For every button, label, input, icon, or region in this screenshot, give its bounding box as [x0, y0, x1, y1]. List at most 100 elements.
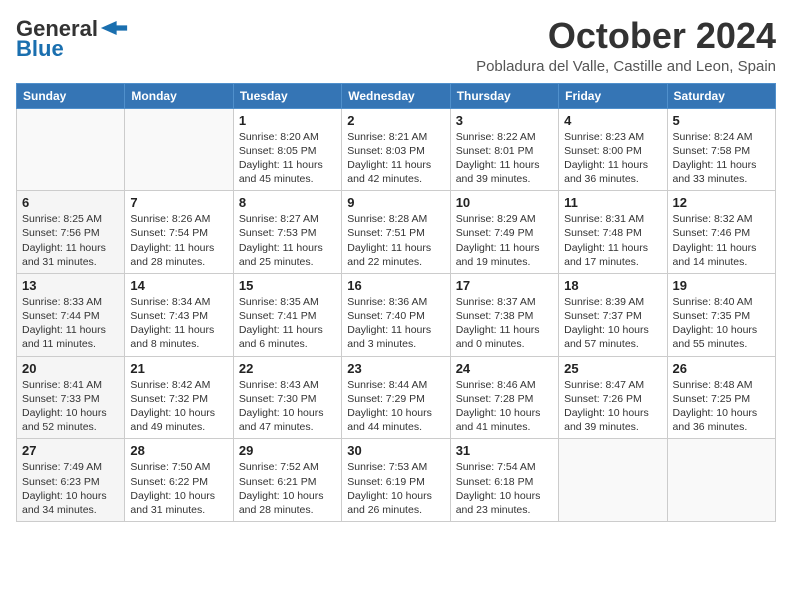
logo: General Blue — [16, 16, 128, 62]
calendar-header-row: SundayMondayTuesdayWednesdayThursdayFrid… — [17, 83, 776, 108]
day-info: Sunrise: 8:31 AMSunset: 7:48 PMDaylight:… — [564, 212, 661, 269]
day-number: 27 — [22, 443, 119, 458]
day-number: 3 — [456, 113, 553, 128]
day-number: 2 — [347, 113, 444, 128]
calendar-cell — [667, 439, 775, 522]
calendar-cell: 21 Sunrise: 8:42 AMSunset: 7:32 PMDayligh… — [125, 356, 233, 439]
day-number: 4 — [564, 113, 661, 128]
calendar-cell: 26 Sunrise: 8:48 AMSunset: 7:25 PMDayligh… — [667, 356, 775, 439]
day-number: 7 — [130, 195, 227, 210]
day-number: 9 — [347, 195, 444, 210]
calendar-cell: 23 Sunrise: 8:44 AMSunset: 7:29 PMDayligh… — [342, 356, 450, 439]
day-info: Sunrise: 8:34 AMSunset: 7:43 PMDaylight:… — [130, 295, 227, 352]
day-info: Sunrise: 8:28 AMSunset: 7:51 PMDaylight:… — [347, 212, 444, 269]
day-number: 16 — [347, 278, 444, 293]
calendar-cell: 9 Sunrise: 8:28 AMSunset: 7:51 PMDaylight… — [342, 191, 450, 274]
day-info: Sunrise: 8:32 AMSunset: 7:46 PMDaylight:… — [673, 212, 770, 269]
calendar-cell: 29 Sunrise: 7:52 AMSunset: 6:21 PMDayligh… — [233, 439, 341, 522]
day-number: 1 — [239, 113, 336, 128]
calendar-cell: 15Sunrise: 8:35 AMSunset: 7:41 PMDayligh… — [233, 273, 341, 356]
day-number: 11 — [564, 195, 661, 210]
day-number: 30 — [347, 443, 444, 458]
day-info: Sunrise: 7:54 AMSunset: 6:18 PMDaylight:… — [456, 460, 553, 517]
calendar-cell: 18 Sunrise: 8:39 AMSunset: 7:37 PMDayligh… — [559, 273, 667, 356]
day-number: 26 — [673, 361, 770, 376]
calendar-cell: 10 Sunrise: 8:29 AMSunset: 7:49 PMDayligh… — [450, 191, 558, 274]
day-number: 22 — [239, 361, 336, 376]
day-number: 10 — [456, 195, 553, 210]
day-info: Sunrise: 8:44 AMSunset: 7:29 PMDaylight:… — [347, 378, 444, 435]
day-number: 24 — [456, 361, 553, 376]
day-info: Sunrise: 8:48 AMSunset: 7:25 PMDaylight:… — [673, 378, 770, 435]
calendar-week-row: 6 Sunrise: 8:25 AMSunset: 7:56 PMDaylight… — [17, 191, 776, 274]
day-info: Sunrise: 8:26 AMSunset: 7:54 PMDaylight:… — [130, 212, 227, 269]
day-info: Sunrise: 8:33 AMSunset: 7:44 PMDaylight:… — [22, 295, 119, 352]
calendar-cell — [559, 439, 667, 522]
main-title: October 2024 — [476, 16, 776, 56]
day-info: Sunrise: 8:43 AMSunset: 7:30 PMDaylight:… — [239, 378, 336, 435]
calendar-cell: 28Sunrise: 7:50 AMSunset: 6:22 PMDayligh… — [125, 439, 233, 522]
day-number: 8 — [239, 195, 336, 210]
day-number: 5 — [673, 113, 770, 128]
day-info: Sunrise: 7:52 AMSunset: 6:21 PMDaylight:… — [239, 460, 336, 517]
col-header-wednesday: Wednesday — [342, 83, 450, 108]
col-header-monday: Monday — [125, 83, 233, 108]
calendar-cell: 1 Sunrise: 8:20 AMSunset: 8:05 PMDaylight… — [233, 108, 341, 191]
day-number: 29 — [239, 443, 336, 458]
calendar-cell — [125, 108, 233, 191]
calendar-cell: 19Sunrise: 8:40 AMSunset: 7:35 PMDayligh… — [667, 273, 775, 356]
day-info: Sunrise: 8:37 AMSunset: 7:38 PMDaylight:… — [456, 295, 553, 352]
calendar-cell: 27 Sunrise: 7:49 AMSunset: 6:23 PMDayligh… — [17, 439, 125, 522]
calendar-week-row: 13 Sunrise: 8:33 AMSunset: 7:44 PMDayligh… — [17, 273, 776, 356]
calendar-cell: 13 Sunrise: 8:33 AMSunset: 7:44 PMDayligh… — [17, 273, 125, 356]
col-header-thursday: Thursday — [450, 83, 558, 108]
calendar-cell: 30Sunrise: 7:53 AMSunset: 6:19 PMDayligh… — [342, 439, 450, 522]
day-info: Sunrise: 7:49 AMSunset: 6:23 PMDaylight:… — [22, 460, 119, 517]
day-info: Sunrise: 8:20 AMSunset: 8:05 PMDaylight:… — [239, 130, 336, 187]
day-info: Sunrise: 8:27 AMSunset: 7:53 PMDaylight:… — [239, 212, 336, 269]
day-info: Sunrise: 8:39 AMSunset: 7:37 PMDaylight:… — [564, 295, 661, 352]
day-number: 19 — [673, 278, 770, 293]
calendar-cell: 22 Sunrise: 8:43 AMSunset: 7:30 PMDayligh… — [233, 356, 341, 439]
day-info: Sunrise: 8:25 AMSunset: 7:56 PMDaylight:… — [22, 212, 119, 269]
logo-blue: Blue — [16, 36, 64, 62]
calendar-week-row: 1 Sunrise: 8:20 AMSunset: 8:05 PMDaylight… — [17, 108, 776, 191]
header: General Blue October 2024 Pobladura del … — [16, 16, 776, 75]
day-info: Sunrise: 8:35 AMSunset: 7:41 PMDaylight:… — [239, 295, 336, 352]
day-number: 6 — [22, 195, 119, 210]
calendar-cell: 5Sunrise: 8:24 AMSunset: 7:58 PMDaylight… — [667, 108, 775, 191]
day-info: Sunrise: 8:41 AMSunset: 7:33 PMDaylight:… — [22, 378, 119, 435]
day-number: 20 — [22, 361, 119, 376]
day-number: 23 — [347, 361, 444, 376]
col-header-friday: Friday — [559, 83, 667, 108]
day-number: 14 — [130, 278, 227, 293]
col-header-sunday: Sunday — [17, 83, 125, 108]
day-number: 21 — [130, 361, 227, 376]
calendar-cell: 17Sunrise: 8:37 AMSunset: 7:38 PMDayligh… — [450, 273, 558, 356]
day-info: Sunrise: 8:47 AMSunset: 7:26 PMDaylight:… — [564, 378, 661, 435]
day-number: 25 — [564, 361, 661, 376]
calendar-cell: 24 Sunrise: 8:46 AMSunset: 7:28 PMDayligh… — [450, 356, 558, 439]
col-header-tuesday: Tuesday — [233, 83, 341, 108]
day-number: 31 — [456, 443, 553, 458]
title-block: October 2024 Pobladura del Valle, Castil… — [476, 16, 776, 75]
day-number: 28 — [130, 443, 227, 458]
day-number: 18 — [564, 278, 661, 293]
day-number: 12 — [673, 195, 770, 210]
calendar: SundayMondayTuesdayWednesdayThursdayFrid… — [16, 83, 776, 522]
day-info: Sunrise: 8:42 AMSunset: 7:32 PMDaylight:… — [130, 378, 227, 435]
day-info: Sunrise: 8:21 AMSunset: 8:03 PMDaylight:… — [347, 130, 444, 187]
calendar-cell: 7 Sunrise: 8:26 AMSunset: 7:54 PMDaylight… — [125, 191, 233, 274]
day-info: Sunrise: 8:29 AMSunset: 7:49 PMDaylight:… — [456, 212, 553, 269]
calendar-cell: 14 Sunrise: 8:34 AMSunset: 7:43 PMDayligh… — [125, 273, 233, 356]
logo-icon — [100, 21, 128, 35]
day-info: Sunrise: 8:22 AMSunset: 8:01 PMDaylight:… — [456, 130, 553, 187]
day-info: Sunrise: 8:46 AMSunset: 7:28 PMDaylight:… — [456, 378, 553, 435]
calendar-cell: 12 Sunrise: 8:32 AMSunset: 7:46 PMDayligh… — [667, 191, 775, 274]
subtitle: Pobladura del Valle, Castille and Leon, … — [476, 58, 776, 75]
calendar-cell: 25 Sunrise: 8:47 AMSunset: 7:26 PMDayligh… — [559, 356, 667, 439]
day-number: 13 — [22, 278, 119, 293]
calendar-week-row: 20 Sunrise: 8:41 AMSunset: 7:33 PMDayligh… — [17, 356, 776, 439]
calendar-cell: 2 Sunrise: 8:21 AMSunset: 8:03 PMDaylight… — [342, 108, 450, 191]
day-info: Sunrise: 8:23 AMSunset: 8:00 PMDaylight:… — [564, 130, 661, 187]
